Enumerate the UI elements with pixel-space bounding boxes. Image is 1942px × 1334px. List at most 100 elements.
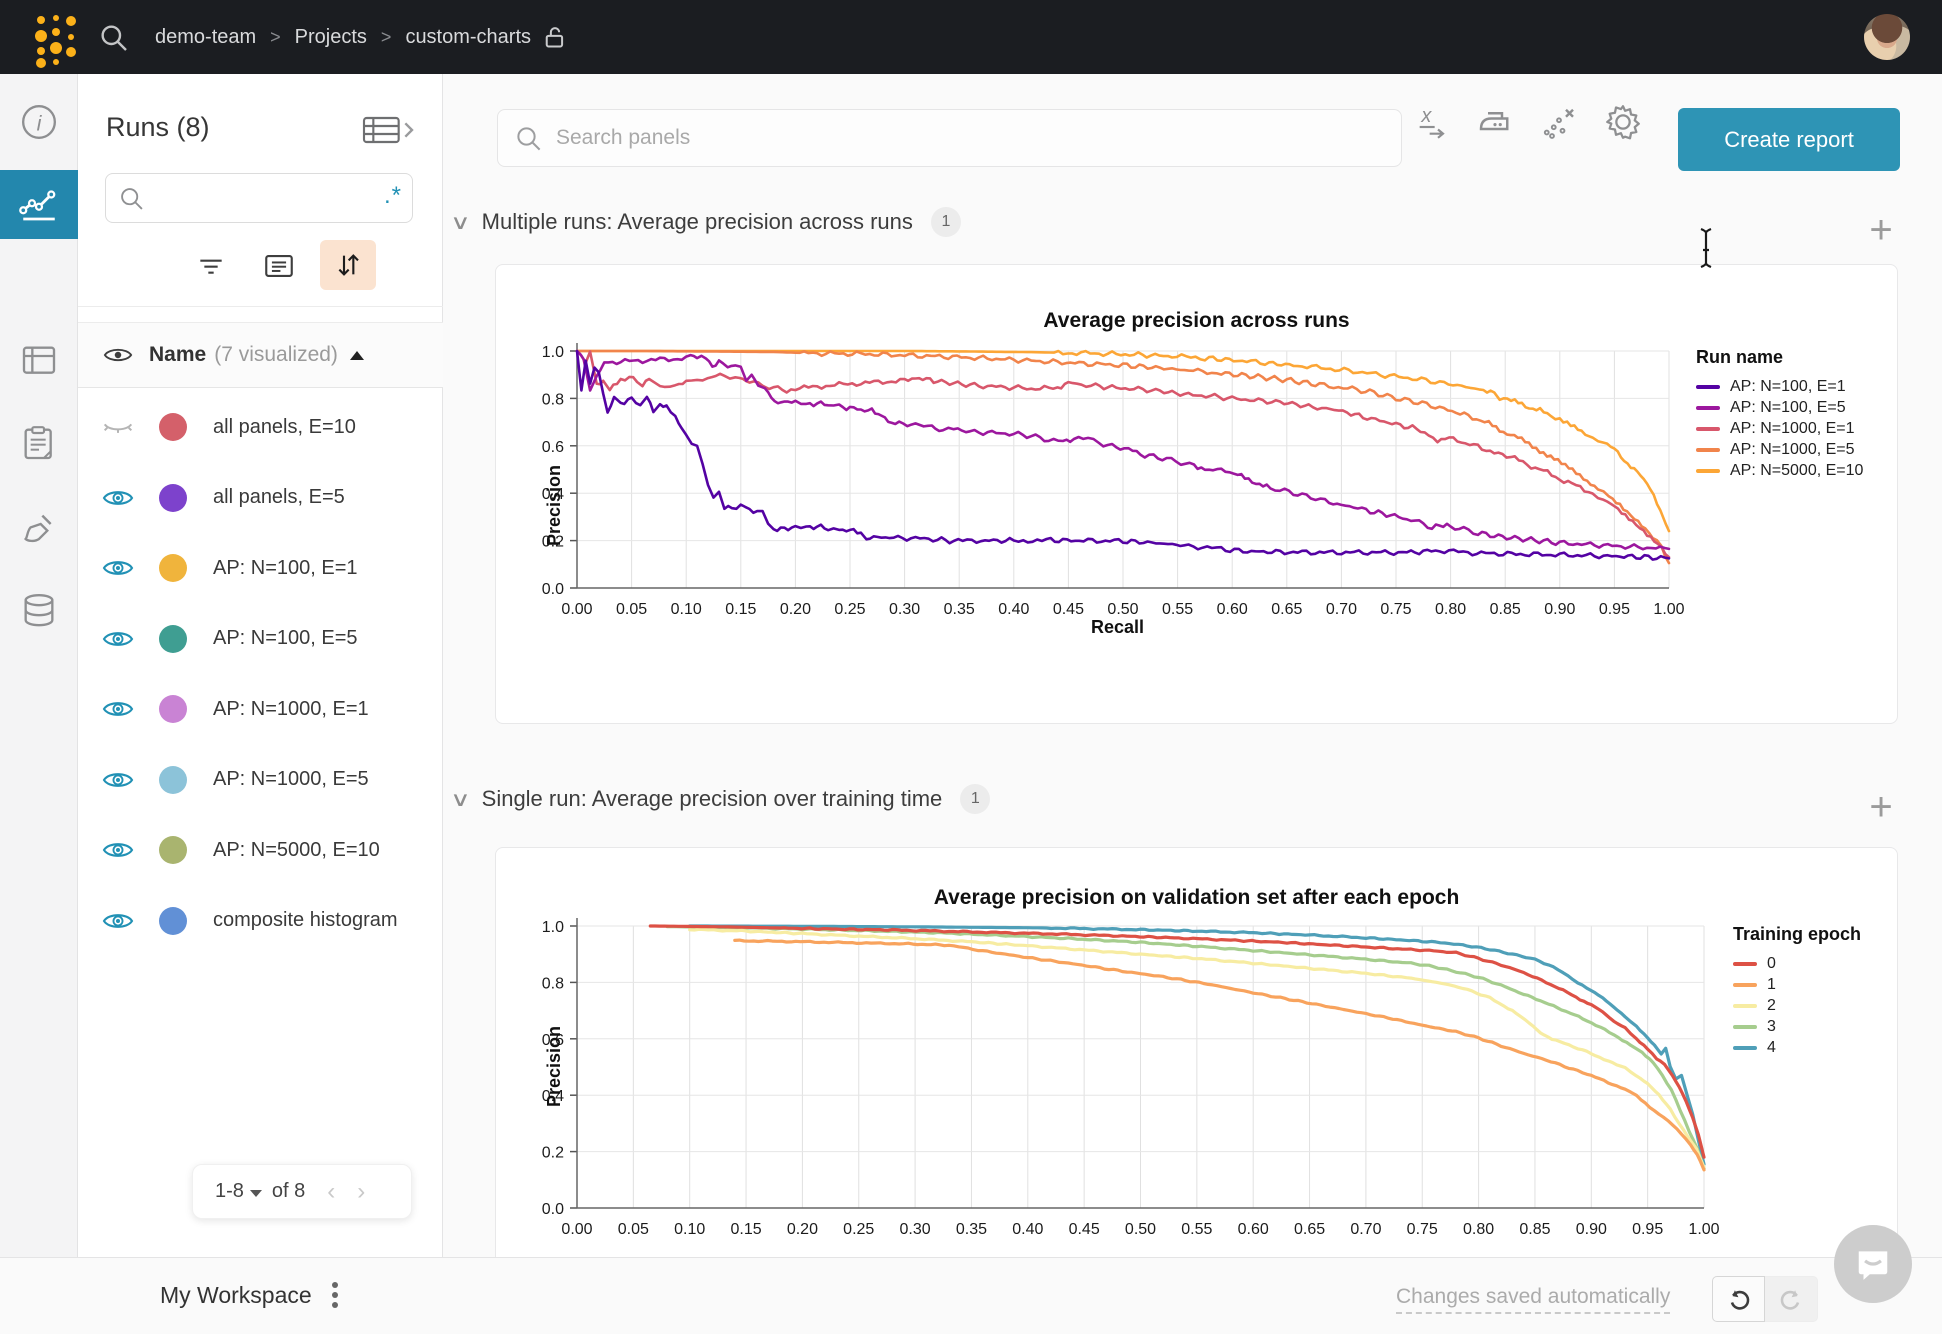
chart-legend: Run name AP: N=100, E=1 AP: N=100, E=5 A… <box>1696 347 1863 481</box>
eye-icon[interactable] <box>102 768 134 792</box>
run-name[interactable]: AP: N=1000, E=5 <box>213 768 369 791</box>
run-color-dot <box>159 907 187 935</box>
breadcrumb-projects[interactable]: Projects <box>295 26 367 49</box>
add-panel-button[interactable]: + <box>1863 791 1899 827</box>
panel-search-input[interactable] <box>556 119 1356 157</box>
prev-page-button[interactable]: ‹ <box>327 1178 335 1206</box>
eye-icon[interactable] <box>102 909 134 933</box>
chart-panel-single-run[interactable]: Average precision on validation set afte… <box>495 847 1898 1317</box>
rail-item-sweeps[interactable] <box>0 494 78 563</box>
section-header-multiple-runs[interactable]: ∨ Multiple runs: Average precision acros… <box>453 207 961 237</box>
run-row[interactable]: AP: N=100, E=1 <box>78 533 443 603</box>
svg-text:0.55: 0.55 <box>1181 1221 1212 1238</box>
chart-legend: Training epoch 0 1 2 3 4 <box>1733 924 1861 1058</box>
group-runs-button[interactable] <box>254 244 304 288</box>
breadcrumb-team[interactable]: demo-team <box>155 26 256 49</box>
svg-text:0.60: 0.60 <box>1238 1221 1269 1238</box>
wandb-logo-icon[interactable] <box>16 8 78 68</box>
run-name[interactable]: all panels, E=10 <box>213 416 356 439</box>
epoch-precision-chart[interactable]: 0.000.050.100.150.200.250.300.350.400.45… <box>496 848 1897 1316</box>
workspace-title[interactable]: My Workspace <box>160 1282 312 1309</box>
runs-name-header[interactable]: Name (7 visualized) <box>78 322 443 388</box>
svg-text:0.60: 0.60 <box>1217 601 1248 618</box>
chart-line-series[interactable] <box>667 927 1704 1169</box>
run-row[interactable]: all panels, E=5 <box>78 463 443 533</box>
runs-search-input[interactable] <box>154 180 354 216</box>
run-name[interactable]: composite histogram <box>213 909 398 932</box>
create-report-button[interactable]: Create report <box>1678 108 1900 171</box>
kebab-menu-icon[interactable] <box>325 1278 345 1316</box>
precision-recall-chart[interactable]: 0.000.050.100.150.200.250.300.350.400.45… <box>496 265 1897 723</box>
run-name[interactable]: AP: N=1000, E=1 <box>213 698 369 721</box>
add-panel-button[interactable]: + <box>1863 214 1899 250</box>
rail-item-artifacts[interactable] <box>0 576 78 645</box>
autosave-status[interactable]: Changes saved automatically <box>1396 1285 1670 1314</box>
rail-item-jobs[interactable] <box>0 408 78 477</box>
svg-text:0.15: 0.15 <box>725 601 756 618</box>
svg-text:0.35: 0.35 <box>956 1221 987 1238</box>
eye-closed-icon[interactable] <box>102 415 134 439</box>
undo-button[interactable] <box>1712 1276 1765 1322</box>
sort-ascending-caret[interactable] <box>350 351 364 360</box>
search-icon <box>118 185 146 213</box>
page-size-caret[interactable] <box>250 1190 262 1197</box>
eye-icon[interactable] <box>102 909 134 933</box>
legend-swatch <box>1733 1025 1757 1029</box>
svg-text:0.65: 0.65 <box>1294 1221 1325 1238</box>
chevron-down-icon[interactable]: ∨ <box>450 787 470 812</box>
run-name[interactable]: AP: N=100, E=5 <box>213 627 358 650</box>
eye-icon[interactable] <box>102 627 134 651</box>
chat-launcher-button[interactable] <box>1834 1225 1912 1303</box>
legend-label: AP: N=100, E=1 <box>1730 378 1846 396</box>
run-name[interactable]: all panels, E=5 <box>213 486 345 509</box>
x-axis-settings-button[interactable]: x <box>1411 100 1455 144</box>
chart-line-series[interactable] <box>735 940 1704 1170</box>
run-row[interactable]: AP: N=100, E=5 <box>78 604 443 674</box>
outliers-button[interactable] <box>1537 100 1581 144</box>
filter-runs-button[interactable] <box>186 244 236 288</box>
eye-icon[interactable] <box>102 486 134 510</box>
eye-icon[interactable] <box>102 556 134 580</box>
svg-text:1.00: 1.00 <box>1653 601 1684 618</box>
chart-panel-multiple-runs[interactable]: Average precision across runs 0.000.050.… <box>495 264 1898 724</box>
runs-table-icon[interactable] <box>361 114 415 146</box>
eye-icon[interactable] <box>102 838 134 862</box>
settings-button[interactable] <box>1601 100 1645 144</box>
run-row[interactable]: AP: N=1000, E=5 <box>78 745 443 815</box>
panel-count-badge: 1 <box>960 784 990 814</box>
next-page-button[interactable]: › <box>357 1178 365 1206</box>
svg-text:0.10: 0.10 <box>671 601 702 618</box>
eye-icon[interactable] <box>102 556 134 580</box>
eye-icon[interactable] <box>102 486 134 510</box>
regex-toggle[interactable]: .* <box>384 182 402 210</box>
section-header-single-run[interactable]: ∨ Single run: Average precision over tra… <box>453 784 990 814</box>
breadcrumb-project-name[interactable]: custom-charts <box>405 26 531 49</box>
outlier-scatter-icon <box>1538 101 1580 143</box>
rail-item-charts[interactable] <box>0 170 78 239</box>
eye-icon[interactable] <box>102 627 134 651</box>
chevron-down-icon[interactable]: ∨ <box>450 210 470 235</box>
legend-swatch <box>1696 469 1720 473</box>
svg-text:0.40: 0.40 <box>1012 1221 1043 1238</box>
redo-button[interactable] <box>1765 1276 1818 1322</box>
run-row[interactable]: all panels, E=10 <box>78 392 443 462</box>
user-avatar[interactable] <box>1864 14 1910 60</box>
run-name[interactable]: AP: N=5000, E=10 <box>213 839 380 862</box>
eye-icon[interactable] <box>102 697 134 721</box>
svg-text:0.0: 0.0 <box>542 1201 564 1218</box>
eye-closed-icon[interactable] <box>102 415 134 439</box>
rail-item-overview[interactable]: i <box>0 87 78 156</box>
rail-item-panels[interactable] <box>0 326 78 395</box>
sort-runs-button[interactable] <box>320 240 376 290</box>
run-row[interactable]: AP: N=1000, E=1 <box>78 674 443 744</box>
run-name[interactable]: AP: N=100, E=1 <box>213 557 358 580</box>
search-icon[interactable] <box>98 22 130 54</box>
page-range[interactable]: 1-8 <box>215 1180 244 1203</box>
eye-icon[interactable] <box>102 768 134 792</box>
run-row[interactable]: AP: N=5000, E=10 <box>78 815 443 885</box>
eye-icon[interactable] <box>102 697 134 721</box>
smoothing-button[interactable] <box>1473 100 1517 144</box>
eye-icon[interactable] <box>102 838 134 862</box>
chart-line-series[interactable] <box>650 926 1704 1157</box>
run-row[interactable]: composite histogram <box>78 886 443 956</box>
